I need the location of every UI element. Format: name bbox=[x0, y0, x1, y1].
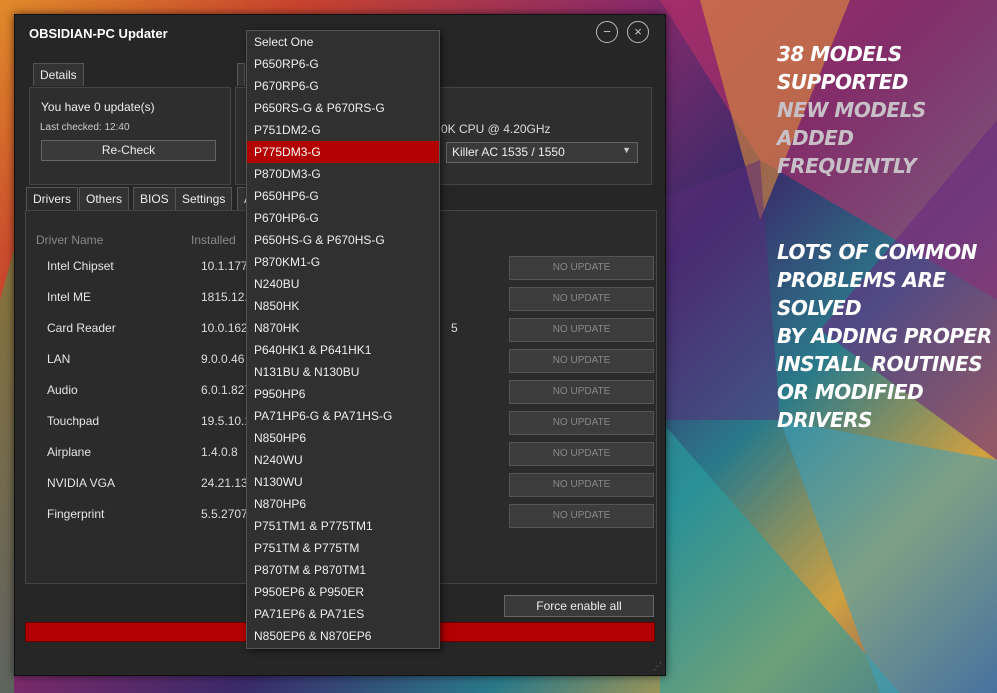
model-option[interactable]: P751TM & P775TM bbox=[247, 537, 439, 559]
driver-available-version: 5 bbox=[451, 321, 458, 335]
updates-panel: You have 0 update(s) Last checked: 12:40… bbox=[29, 87, 231, 185]
promo-line: PROBLEMS ARE SOLVED bbox=[777, 268, 946, 320]
model-option[interactable]: P650RP6-G bbox=[247, 53, 439, 75]
no-update-button[interactable]: NO UPDATE bbox=[509, 318, 654, 342]
model-option[interactable]: N850EP6 & N870EP6 bbox=[247, 625, 439, 647]
driver-name: NVIDIA VGA bbox=[47, 476, 116, 490]
driver-name: Intel ME bbox=[47, 290, 92, 304]
promo-block-2: LOTS OF COMMON PROBLEMS ARE SOLVED BY AD… bbox=[777, 238, 997, 434]
tab-bios[interactable]: BIOS bbox=[133, 187, 176, 210]
driver-name: Touchpad bbox=[47, 414, 100, 428]
model-option[interactable]: N850HP6 bbox=[247, 427, 439, 449]
model-option[interactable]: N870HP6 bbox=[247, 493, 439, 515]
promo-line: OR MODIFIED DRIVERS bbox=[777, 380, 924, 432]
tab-drivers[interactable]: Drivers bbox=[26, 187, 78, 212]
driver-name: Fingerprint bbox=[47, 507, 105, 521]
model-option[interactable]: P775DM3-G bbox=[247, 141, 439, 163]
promo-line: NEW MODELS ADDED bbox=[777, 98, 926, 150]
wifi-select-value: Killer AC 1535 / 1550 bbox=[452, 145, 565, 159]
chevron-down-icon: ▼ bbox=[622, 145, 631, 155]
model-option[interactable]: N850HK bbox=[247, 295, 439, 317]
model-option[interactable]: P751DM2-G bbox=[247, 119, 439, 141]
window-title: OBSIDIAN-PC Updater bbox=[29, 26, 168, 41]
column-installed: Installed bbox=[191, 233, 236, 247]
driver-installed-version: 9.0.0.46 bbox=[201, 352, 245, 366]
tab-settings[interactable]: Settings bbox=[175, 187, 233, 210]
model-dropdown-list[interactable]: Select One P650RP6-G P670RP6-G P650RS-G & P… bbox=[246, 30, 440, 649]
model-option[interactable]: P670HP6-G bbox=[247, 207, 439, 229]
recheck-button[interactable]: Re-Check bbox=[41, 140, 216, 161]
wifi-select[interactable]: Killer AC 1535 / 1550 ▼ bbox=[446, 142, 638, 163]
model-option[interactable]: P870DM3-G bbox=[247, 163, 439, 185]
model-option[interactable]: N240WU bbox=[247, 449, 439, 471]
model-option[interactable]: P670RP6-G bbox=[247, 75, 439, 97]
promo-line: FREQUENTLY bbox=[777, 154, 917, 178]
no-update-button[interactable]: NO UPDATE bbox=[509, 349, 654, 373]
model-option[interactable]: P650HS-G & P670HS-G bbox=[247, 229, 439, 251]
promo-line: 38 MODELS SUPPORTED bbox=[777, 42, 908, 94]
promo-block-1: 38 MODELS SUPPORTED NEW MODELS ADDED FRE… bbox=[777, 40, 997, 180]
driver-name: Airplane bbox=[47, 445, 92, 459]
model-option[interactable]: P950EP6 & P950ER bbox=[247, 581, 439, 603]
model-option[interactable]: PA71EP6 & PA71ES bbox=[247, 603, 439, 625]
no-update-button[interactable]: NO UPDATE bbox=[509, 287, 654, 311]
model-option[interactable]: N870HK bbox=[247, 317, 439, 339]
model-option[interactable]: P751TM1 & P775TM1 bbox=[247, 515, 439, 537]
promo-line: LOTS OF COMMON bbox=[777, 240, 977, 264]
force-enable-all-button[interactable]: Force enable all bbox=[504, 595, 654, 617]
model-option[interactable]: P870KM1-G bbox=[247, 251, 439, 273]
driver-name: Audio bbox=[47, 383, 78, 397]
no-update-button[interactable]: NO UPDATE bbox=[509, 473, 654, 497]
no-update-button[interactable]: NO UPDATE bbox=[509, 256, 654, 280]
model-option[interactable]: P650RS-G & P670RS-G bbox=[247, 97, 439, 119]
driver-name: Intel Chipset bbox=[47, 259, 114, 273]
model-options: Select One P650RP6-G P670RP6-G P650RS-G & P… bbox=[247, 31, 439, 647]
driver-name: LAN bbox=[47, 352, 71, 366]
model-option[interactable]: P650HP6-G bbox=[247, 185, 439, 207]
driver-installed-version: 1.4.0.8 bbox=[201, 445, 238, 459]
updates-count-text: You have 0 update(s) bbox=[41, 100, 155, 114]
close-button[interactable]: × bbox=[627, 21, 649, 43]
model-option[interactable]: P870TM & P870TM1 bbox=[247, 559, 439, 581]
model-option[interactable]: Select One bbox=[247, 31, 439, 53]
model-option[interactable]: PA71HP6-G & PA71HS-G bbox=[247, 405, 439, 427]
cpu-text: 0K CPU @ 4.20GHz bbox=[441, 122, 551, 136]
model-option[interactable]: P640HK1 & P641HK1 bbox=[247, 339, 439, 361]
resize-grip-icon[interactable]: ⋰ bbox=[653, 661, 662, 672]
promo-line: BY ADDING PROPER bbox=[777, 324, 992, 348]
no-update-button[interactable]: NO UPDATE bbox=[509, 411, 654, 435]
tab-details[interactable]: Details bbox=[33, 63, 84, 86]
driver-name: Card Reader bbox=[47, 321, 116, 335]
promo-line: INSTALL ROUTINES bbox=[777, 352, 983, 376]
model-option[interactable]: N130WU bbox=[247, 471, 439, 493]
model-option[interactable]: N240BU bbox=[247, 273, 439, 295]
no-update-button[interactable]: NO UPDATE bbox=[509, 380, 654, 404]
minimize-button[interactable]: − bbox=[596, 21, 618, 43]
model-option[interactable]: N131BU & N130BU bbox=[247, 361, 439, 383]
last-checked-text: Last checked: 12:40 bbox=[40, 122, 130, 133]
tab-others[interactable]: Others bbox=[79, 187, 130, 210]
no-update-button[interactable]: NO UPDATE bbox=[509, 442, 654, 466]
column-driver-name: Driver Name bbox=[36, 233, 104, 247]
model-option[interactable]: P950HP6 bbox=[247, 383, 439, 405]
no-update-button[interactable]: NO UPDATE bbox=[509, 504, 654, 528]
tab-hidden[interactable] bbox=[237, 63, 245, 86]
